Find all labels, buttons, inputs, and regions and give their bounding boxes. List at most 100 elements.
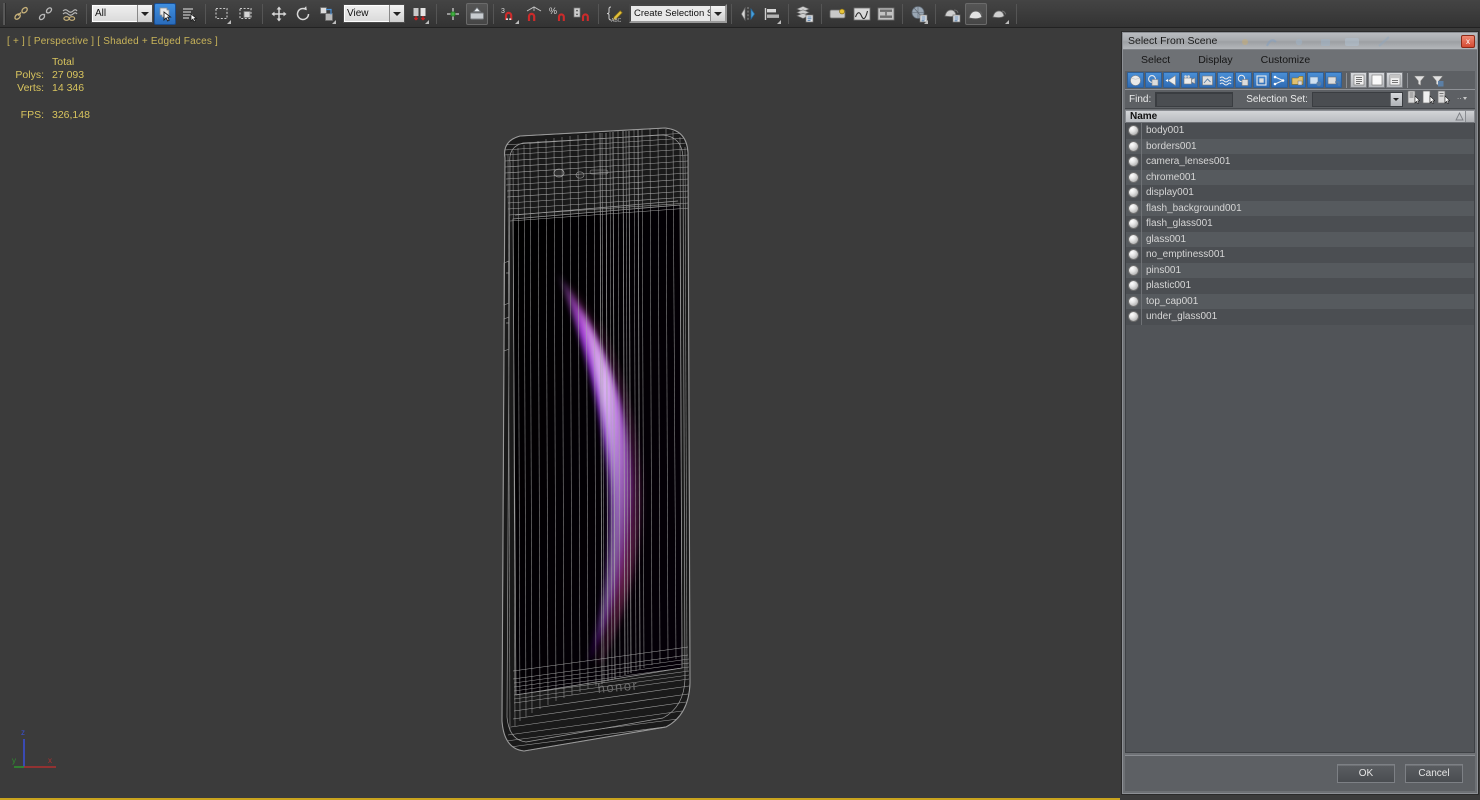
align-icon[interactable] [761,3,783,25]
window-crossing-icon[interactable] [235,3,257,25]
select-link-icon[interactable] [11,3,33,25]
expand-all-icon[interactable] [1350,72,1367,88]
add-selection-set-icon[interactable] [1407,90,1421,109]
use-pivot-point-center-icon[interactable] [409,3,431,25]
close-icon[interactable]: x [1461,35,1475,48]
menu-select[interactable]: Select [1141,54,1170,66]
viewport-label[interactable]: [ + ] [ Perspective ] [ Shaded + Edged F… [7,36,218,47]
toolbar-separator [86,3,87,24]
list-item[interactable]: chrome001 [1126,169,1474,185]
rectangular-selection-region-icon[interactable] [211,3,233,25]
flyout-arrow-icon[interactable] [777,19,781,24]
scene-object-list[interactable]: body001 borders001 camera_lenses001 chro… [1125,123,1475,753]
list-item[interactable]: display001 [1126,185,1474,201]
flyout-arrow-icon[interactable] [425,19,429,24]
display-bone-objects-icon[interactable] [1271,72,1288,88]
selection-set-label: Selection Set: [1246,93,1308,105]
expand-selected-icon[interactable] [1386,72,1403,88]
chevron-down-icon[interactable] [710,6,725,21]
replace-selection-set-icon[interactable] [1422,90,1436,109]
select-and-rotate-icon[interactable] [292,3,314,25]
selection-set-combo[interactable] [1311,91,1403,107]
toolbar-overflow-icon[interactable]: .. [1457,90,1471,109]
selection-filter-combo[interactable]: All [91,4,153,23]
bind-space-warp-icon[interactable] [59,3,81,25]
display-containers-icon[interactable] [1289,72,1306,88]
ok-button[interactable]: OK [1337,764,1395,783]
snaps-toggle-icon[interactable]: 3 [499,3,521,25]
display-frozen-objects-icon[interactable] [1307,72,1324,88]
unlink-selection-icon[interactable] [35,3,57,25]
list-item[interactable]: under_glass001 [1126,309,1474,325]
flyout-arrow-icon[interactable] [227,19,231,24]
find-input[interactable] [1155,91,1234,110]
select-and-move-icon[interactable] [268,3,290,25]
edit-named-selection-sets-icon[interactable]: ABC [604,3,626,25]
remove-selection-set-icon[interactable] [1437,90,1451,109]
display-external-references-icon[interactable] [1253,72,1270,88]
list-item[interactable]: plastic001 [1126,278,1474,294]
toolbar-grip[interactable] [3,2,8,25]
list-item[interactable]: flash_glass001 [1126,216,1474,232]
flyout-arrow-icon[interactable] [332,19,336,24]
spinner-snap-toggle-icon[interactable] [571,3,593,25]
display-space-warps-icon[interactable] [1217,72,1234,88]
toolbar-separator [731,3,732,24]
display-shapes-icon[interactable] [1145,72,1162,88]
curve-editor-icon[interactable] [851,3,873,25]
display-cameras-icon[interactable] [1181,72,1198,88]
render-setup-icon[interactable] [941,3,963,25]
list-item[interactable]: no_emptiness001 [1126,247,1474,263]
list-item[interactable]: flash_background001 [1126,200,1474,216]
select-by-name-icon[interactable] [178,3,200,25]
list-item[interactable]: top_cap001 [1126,293,1474,309]
flyout-arrow-icon[interactable] [924,19,928,24]
coordinate-system-combo[interactable]: View [343,4,405,23]
list-item[interactable]: camera_lenses001 [1126,154,1474,170]
mirror-icon[interactable] [737,3,759,25]
column-resize-grip[interactable] [1465,111,1474,122]
rendered-frame-window-icon[interactable] [965,2,987,25]
chevron-down-icon[interactable] [1389,92,1402,106]
list-item[interactable]: body001 [1126,123,1474,139]
axis-y-label: y [12,756,16,765]
select-and-manipulate-icon[interactable] [442,3,464,25]
render-production-icon[interactable] [989,3,1011,25]
select-and-place-icon[interactable] [466,2,488,25]
material-editor-icon[interactable] [908,3,930,25]
list-column-header[interactable]: Name [1125,110,1475,123]
chevron-down-icon[interactable] [137,5,152,22]
find-input-field[interactable] [1156,96,1233,110]
perspective-viewport[interactable]: [ + ] [ Perspective ] [ Shaded + Edged F… [0,28,1120,800]
display-lights-icon[interactable] [1163,72,1180,88]
dialog-title-bar[interactable]: Select From Scene x [1123,33,1477,50]
phone-model[interactable]: honor [480,123,730,763]
display-hidden-objects-icon[interactable] [1325,72,1342,88]
list-item-label: no_emptiness001 [1146,249,1225,261]
cancel-button[interactable]: Cancel [1405,764,1463,783]
list-item[interactable]: pins001 [1126,262,1474,278]
sort-ascending-icon[interactable] [1455,111,1464,122]
collapse-all-icon[interactable] [1368,72,1385,88]
select-and-scale-icon[interactable] [316,3,338,25]
toggle-ribbon-icon[interactable] [827,3,849,25]
flyout-arrow-icon[interactable] [1005,19,1009,24]
menu-display[interactable]: Display [1198,54,1232,66]
display-helpers-icon[interactable] [1199,72,1216,88]
named-selection-set-combo[interactable]: Create Selection Se [629,4,727,23]
list-item[interactable]: borders001 [1126,138,1474,154]
select-object-icon[interactable] [154,2,176,25]
chevron-down-icon[interactable] [389,5,404,22]
percent-snap-toggle-icon[interactable]: % [547,3,569,25]
list-item[interactable]: glass001 [1126,231,1474,247]
angle-snap-toggle-icon[interactable] [523,3,545,25]
schematic-view-icon[interactable] [875,3,897,25]
display-groups-icon[interactable] [1235,72,1252,88]
selection-set-input[interactable] [1312,92,1391,106]
filter-icon[interactable] [1411,72,1428,88]
flyout-arrow-icon[interactable] [515,19,519,24]
display-geometry-icon[interactable] [1127,72,1144,88]
layer-explorer-icon[interactable] [794,3,816,25]
menu-customize[interactable]: Customize [1261,54,1311,66]
clear-filter-icon[interactable] [1429,72,1446,88]
